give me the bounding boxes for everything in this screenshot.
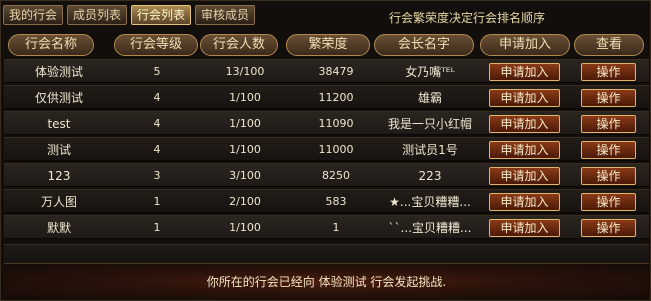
guild-leader: 测试员1号 <box>402 143 458 157</box>
guild-members: 3/100 <box>229 169 261 182</box>
guild-prosperity: 1 <box>332 221 340 234</box>
guild-level: 1 <box>153 195 161 208</box>
guild-level: 1 <box>153 221 161 234</box>
message-bar: 你所在的行会已经向 体验测试 行会发起挑战. <box>4 263 649 299</box>
guild-prosperity: 11200 <box>318 91 354 104</box>
apply-join-button[interactable]: 申请加入 <box>489 167 560 185</box>
header-guild-level[interactable]: 行会等级 <box>114 34 198 56</box>
operate-button[interactable]: 操作 <box>581 167 636 185</box>
guild-name: 万人图 <box>40 195 77 209</box>
guild-prosperity: 11000 <box>318 143 354 156</box>
apply-join-button[interactable]: 申请加入 <box>489 89 560 107</box>
guild-members: 2/100 <box>229 195 261 208</box>
guild-leader: 雄霸 <box>417 91 442 105</box>
guild-leader: 223 <box>418 169 442 183</box>
challenge-message: 你所在的行会已经向 体验测试 行会发起挑战. <box>206 275 447 289</box>
table-row: 体验测试 5 13/100 38479 女乃嘴ᵀᴱᴸ 申请加入 操作 <box>4 59 649 83</box>
apply-join-button[interactable]: 申请加入 <box>489 219 560 237</box>
guild-level: 5 <box>153 65 161 78</box>
operate-button[interactable]: 操作 <box>581 115 636 133</box>
ranking-notice: 行会繁荣度决定行会排名顺序 <box>389 11 546 25</box>
guild-members: 1/100 <box>229 221 261 234</box>
guild-prosperity: 8250 <box>322 169 350 182</box>
guild-name: 默默 <box>46 221 71 235</box>
guild-leader: ★...宝贝糟糟... <box>389 195 471 209</box>
header-guild-members[interactable]: 行会人数 <box>200 34 278 56</box>
apply-join-button[interactable]: 申请加入 <box>489 141 560 159</box>
operate-button[interactable]: 操作 <box>581 63 636 81</box>
guild-name: 123 <box>47 169 71 183</box>
apply-join-button[interactable]: 申请加入 <box>489 193 560 211</box>
guild-prosperity: 583 <box>325 195 347 208</box>
table-row: 默默 1 1/100 1 ``...宝贝糟糟... 申请加入 操作 <box>4 215 649 239</box>
operate-button[interactable]: 操作 <box>581 141 636 159</box>
tab-review-members[interactable]: 审核成员 <box>195 5 256 25</box>
guild-members: 1/100 <box>229 91 261 104</box>
table-header: 行会名称 行会等级 行会人数 繁荣度 会长名字 申请加入 查看 <box>4 32 649 58</box>
guild-level: 3 <box>153 169 161 182</box>
guild-members: 1/100 <box>229 117 261 130</box>
operate-button[interactable]: 操作 <box>581 193 636 211</box>
header-apply-join: 申请加入 <box>480 34 570 56</box>
table-row: 123 3 3/100 8250 223 申请加入 操作 <box>4 163 649 187</box>
table-row: 测试 4 1/100 11000 测试员1号 申请加入 操作 <box>4 137 649 161</box>
tab-guild-list[interactable]: 行会列表 <box>131 5 192 25</box>
tab-bar: 我的行会 成员列表 行会列表 审核成员 <box>3 5 256 27</box>
table-row: 仅供测试 4 1/100 11200 雄霸 申请加入 操作 <box>4 85 649 109</box>
operate-button[interactable]: 操作 <box>581 219 636 237</box>
guild-name: 体验测试 <box>34 65 83 79</box>
header-leader-name[interactable]: 会长名字 <box>374 34 474 56</box>
guild-prosperity: 11090 <box>318 117 354 130</box>
guild-name: 仅供测试 <box>34 91 83 105</box>
guild-name: test <box>47 117 71 131</box>
header-prosperity[interactable]: 繁荣度 <box>286 34 370 56</box>
guild-prosperity: 38479 <box>318 65 354 78</box>
guild-leader: ``...宝贝糟糟... <box>388 221 472 235</box>
guild-members: 13/100 <box>225 65 265 78</box>
table-row: test 4 1/100 11090 我是一只小红帽 申请加入 操作 <box>4 111 649 135</box>
apply-join-button[interactable]: 申请加入 <box>489 63 560 81</box>
table-row: 万人图 1 2/100 583 ★...宝贝糟糟... 申请加入 操作 <box>4 189 649 213</box>
operate-button[interactable]: 操作 <box>581 89 636 107</box>
header-view: 查看 <box>574 34 644 56</box>
guild-level: 4 <box>153 143 161 156</box>
guild-level: 4 <box>153 117 161 130</box>
header-guild-name[interactable]: 行会名称 <box>8 34 94 56</box>
guild-name: 测试 <box>46 143 71 157</box>
apply-join-button[interactable]: 申请加入 <box>489 115 560 133</box>
guild-panel: 我的行会 成员列表 行会列表 审核成员 行会繁荣度决定行会排名顺序 行会名称 行… <box>0 0 651 301</box>
tab-my-guild[interactable]: 我的行会 <box>3 5 64 25</box>
tab-member-list[interactable]: 成员列表 <box>67 5 128 25</box>
guild-leader: 我是一只小红帽 <box>387 117 472 131</box>
guild-level: 4 <box>153 91 161 104</box>
guild-members: 1/100 <box>229 143 261 156</box>
guild-leader: 女乃嘴ᵀᴱᴸ <box>405 65 455 79</box>
